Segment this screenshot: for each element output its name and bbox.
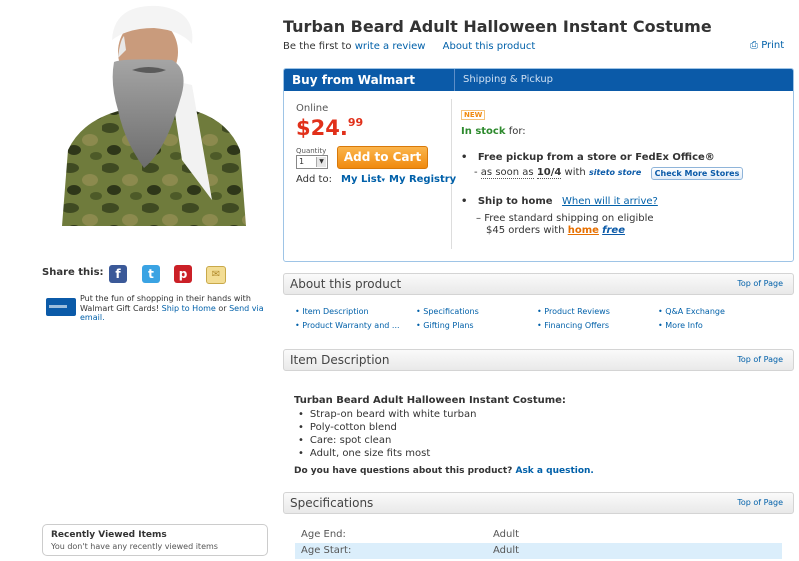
gift-card-promo: Put the fun of shopping in their hands w…: [80, 294, 264, 322]
caret-down-icon: ▾: [381, 176, 385, 184]
new-badge: NEW: [461, 110, 486, 120]
free-shipping-text: – Free standard shipping on eligible: [476, 213, 654, 224]
pickup-title: • Free pickup from a store or FedEx Offi…: [461, 152, 715, 163]
product-title: Turban Beard Adult Halloween Instant Cos…: [283, 17, 712, 36]
about-product-header: About this product Top of Page: [283, 273, 794, 295]
write-review-link[interactable]: write a review: [355, 41, 426, 52]
spec-value: Adult: [493, 529, 520, 540]
list-item: Care: spot clean: [298, 434, 476, 447]
site-to-store-logo: siteto store: [588, 168, 642, 177]
description-heading: Turban Beard Adult Halloween Instant Cos…: [294, 395, 566, 406]
review-links: Be the first to write a review About thi…: [283, 41, 536, 52]
specifications-header: Specifications Top of Page: [283, 492, 794, 514]
about-link-financing[interactable]: • Financing Offers: [537, 321, 609, 330]
share-label: Share this:: [42, 267, 104, 278]
price: $24.99: [296, 116, 364, 140]
spec-row: Age Start: Adult: [295, 543, 782, 559]
in-stock-status: In stock for:: [461, 126, 526, 137]
pinterest-icon[interactable]: p: [174, 265, 192, 283]
print-link[interactable]: ⎙ Print: [750, 40, 784, 51]
when-arrive-link[interactable]: When will it arrive?: [562, 196, 658, 207]
about-link-specifications[interactable]: • Specifications: [416, 307, 479, 316]
check-more-stores-button[interactable]: Check More Stores: [651, 167, 743, 180]
my-list-link[interactable]: My List▾: [341, 174, 385, 185]
about-link-qa-exchange[interactable]: • Q&A Exchange: [658, 307, 725, 316]
facebook-icon[interactable]: f: [109, 265, 127, 283]
ship-to-home-title: • Ship to home When will it arrive?: [461, 196, 658, 207]
recently-viewed-title: Recently Viewed Items: [51, 530, 167, 540]
about-link-gifting-plans[interactable]: • Gifting Plans: [416, 321, 474, 330]
twitter-icon[interactable]: t: [142, 265, 160, 283]
about-product-title: About this product: [290, 277, 402, 291]
online-label: Online: [296, 103, 329, 114]
printer-icon: ⎙: [750, 40, 758, 51]
my-registry-link[interactable]: My Registry: [389, 174, 456, 185]
recently-viewed-empty-text: You don't have any recently viewed items: [51, 542, 218, 551]
gift-card-icon: [46, 298, 76, 316]
about-link-item-description[interactable]: • Item Description: [295, 307, 369, 316]
about-link-warranty[interactable]: • Product Warranty and ...: [295, 321, 400, 330]
spec-key: Age Start:: [301, 545, 352, 556]
recently-viewed-box: Recently Viewed Items You don't have any…: [42, 524, 268, 556]
spec-row: Age End: Adult: [295, 527, 782, 543]
product-image: [62, 0, 246, 226]
email-icon[interactable]: ✉: [206, 266, 226, 284]
top-of-page-link[interactable]: Top of Page: [737, 498, 783, 507]
shipping-pickup-tab[interactable]: Shipping & Pickup: [454, 69, 553, 91]
pickup-date-line: - as soon as 10/4 with siteto store: [474, 167, 642, 179]
ship-to-home-link[interactable]: Ship to Home: [162, 304, 216, 313]
item-description-header: Item Description Top of Page: [283, 349, 794, 371]
about-link-product-reviews[interactable]: • Product Reviews: [537, 307, 610, 316]
top-of-page-link[interactable]: Top of Page: [737, 355, 783, 364]
about-link-more-info[interactable]: • More Info: [658, 321, 703, 330]
specifications-title: Specifications: [290, 496, 374, 510]
quantity-select[interactable]: 1 ▼: [296, 155, 328, 169]
ask-question-link[interactable]: Ask a question.: [515, 466, 593, 476]
about-product-link[interactable]: About this product: [443, 41, 536, 52]
top-of-page-link[interactable]: Top of Page: [737, 279, 783, 288]
buy-box-header: Buy from Walmart Shipping & Pickup: [284, 69, 793, 91]
add-to-cart-button[interactable]: Add to Cart: [337, 146, 428, 169]
description-bullets: Strap-on beard with white turban Poly-co…: [298, 408, 477, 460]
quantity-label: Quantity: [296, 147, 327, 155]
item-description-title: Item Description: [290, 353, 390, 367]
buy-box: Buy from Walmart Shipping & Pickup Onlin…: [283, 68, 794, 262]
list-item: Strap-on beard with white turban: [298, 408, 477, 421]
add-to-label: Add to:: [296, 174, 332, 185]
list-item: Adult, one size fits most: [298, 447, 476, 460]
list-item: Poly-cotton blend: [298, 421, 476, 434]
chevron-down-icon: ▼: [316, 157, 326, 167]
spec-value: Adult: [493, 545, 520, 556]
free-shipping-text-2: $45 orders with home free: [486, 225, 625, 236]
spec-key: Age End:: [301, 529, 346, 540]
question-prompt: Do you have questions about this product…: [294, 466, 594, 476]
buy-from-walmart-tab[interactable]: Buy from Walmart: [292, 73, 415, 87]
